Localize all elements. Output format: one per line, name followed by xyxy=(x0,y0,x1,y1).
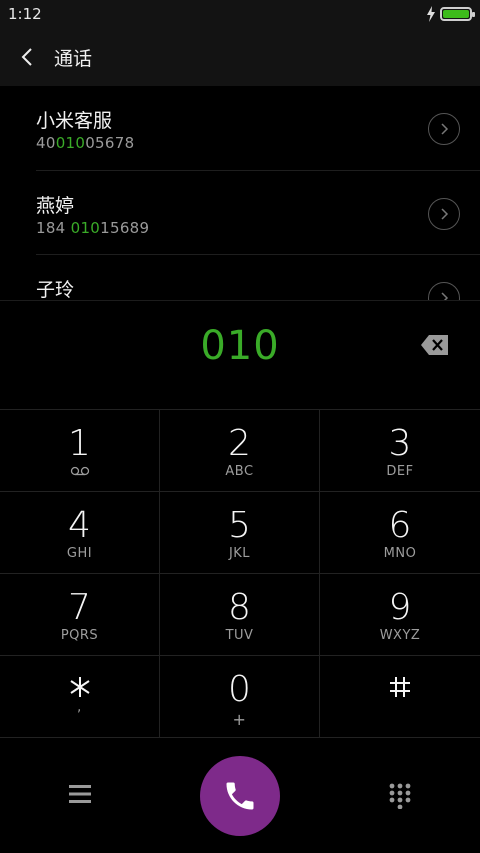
key-letters: ABC xyxy=(225,464,254,479)
number-suffix: 05678 xyxy=(85,134,135,152)
contact-row[interactable]: 小米客服 4001005678 xyxy=(36,86,480,171)
call-button[interactable] xyxy=(200,756,280,836)
key-1[interactable]: 1 xyxy=(0,410,160,492)
phone-icon xyxy=(226,782,254,810)
contact-number: 4001005678 xyxy=(36,134,134,152)
chevron-right-icon xyxy=(441,207,449,220)
voicemail-icon xyxy=(70,466,89,476)
key-digit: 8 xyxy=(228,587,251,628)
dial-input-area: 010 xyxy=(0,300,480,409)
status-bar: 1:12 xyxy=(0,0,480,28)
key-digit: 2 xyxy=(228,423,251,464)
key-2[interactable]: 2 ABC xyxy=(160,410,320,492)
key-digit: 9 xyxy=(388,587,412,628)
key-letters: GHI xyxy=(66,546,93,561)
key-7[interactable]: 7 PQRS xyxy=(0,574,160,656)
app-header: 通话 xyxy=(0,28,480,86)
contact-suggestion-list: 小米客服 4001005678 燕婷 184 01015689 子玲 xyxy=(0,86,480,300)
dialed-number[interactable]: 010 xyxy=(0,323,480,369)
key-letters: JKL xyxy=(228,546,251,561)
bottom-action-bar xyxy=(0,739,480,853)
page-title: 通话 xyxy=(54,47,93,70)
key-digit: 7 xyxy=(68,587,91,628)
contact-detail-button[interactable] xyxy=(428,197,460,230)
key-digit: 6 xyxy=(388,505,412,546)
key-star[interactable]: , xyxy=(0,656,160,738)
back-icon[interactable] xyxy=(18,47,38,67)
key-5[interactable]: 5 JKL xyxy=(160,492,320,574)
key-hash[interactable] xyxy=(320,656,480,738)
backspace-icon[interactable] xyxy=(420,334,450,356)
asterisk-icon xyxy=(69,677,90,697)
number-prefix: 40 xyxy=(36,134,56,152)
chevron-right-icon xyxy=(441,123,449,135)
key-digit: 1 xyxy=(68,423,91,464)
contact-detail-button[interactable] xyxy=(428,113,460,145)
contact-row[interactable]: 燕婷 184 01015689 xyxy=(36,171,480,255)
contact-name: 小米客服 xyxy=(36,110,113,132)
contact-row[interactable]: 子玲 xyxy=(36,255,480,300)
charging-bolt-icon xyxy=(427,6,435,22)
contact-name: 燕婷 xyxy=(36,194,75,217)
number-prefix: 184 xyxy=(36,218,71,237)
dialpad: 1 2 ABC 3 DEF 4 GHI 5 JKL 6 MNO 7 PQRS 8… xyxy=(0,409,480,739)
key-6[interactable]: 6 MNO xyxy=(320,492,480,574)
key-digit: 3 xyxy=(388,423,412,464)
key-4[interactable]: 4 GHI xyxy=(0,492,160,574)
number-match: 010 xyxy=(55,134,86,152)
key-3[interactable]: 3 DEF xyxy=(320,410,480,492)
dialpad-icon[interactable] xyxy=(389,783,411,809)
status-time: 1:12 xyxy=(8,5,42,23)
battery-level xyxy=(443,10,469,18)
key-0[interactable]: 0 + xyxy=(160,656,320,738)
contact-name: 子玲 xyxy=(36,279,75,300)
key-sub-symbol: + xyxy=(232,710,247,729)
key-letters: WXYZ xyxy=(379,628,421,643)
key-digit: 0 xyxy=(228,669,251,710)
key-sub-symbol: , xyxy=(77,700,82,715)
key-8[interactable]: 8 TUV xyxy=(160,574,320,656)
key-digit: 4 xyxy=(68,505,91,546)
key-letters: MNO xyxy=(383,546,417,561)
menu-icon[interactable] xyxy=(69,785,91,803)
contact-number: 184 01015689 xyxy=(36,219,149,237)
key-letters: TUV xyxy=(225,628,254,643)
number-suffix: 15689 xyxy=(100,218,150,237)
contact-detail-button[interactable] xyxy=(428,282,460,300)
key-digit: 5 xyxy=(228,505,251,546)
chevron-right-icon xyxy=(441,292,449,300)
hash-icon xyxy=(390,677,410,697)
number-match: 010 xyxy=(70,218,101,237)
battery-icon xyxy=(440,7,475,21)
key-9[interactable]: 9 WXYZ xyxy=(320,574,480,656)
status-icons xyxy=(426,6,475,22)
key-letters: PQRS xyxy=(60,628,99,643)
key-letters: DEF xyxy=(386,464,414,479)
